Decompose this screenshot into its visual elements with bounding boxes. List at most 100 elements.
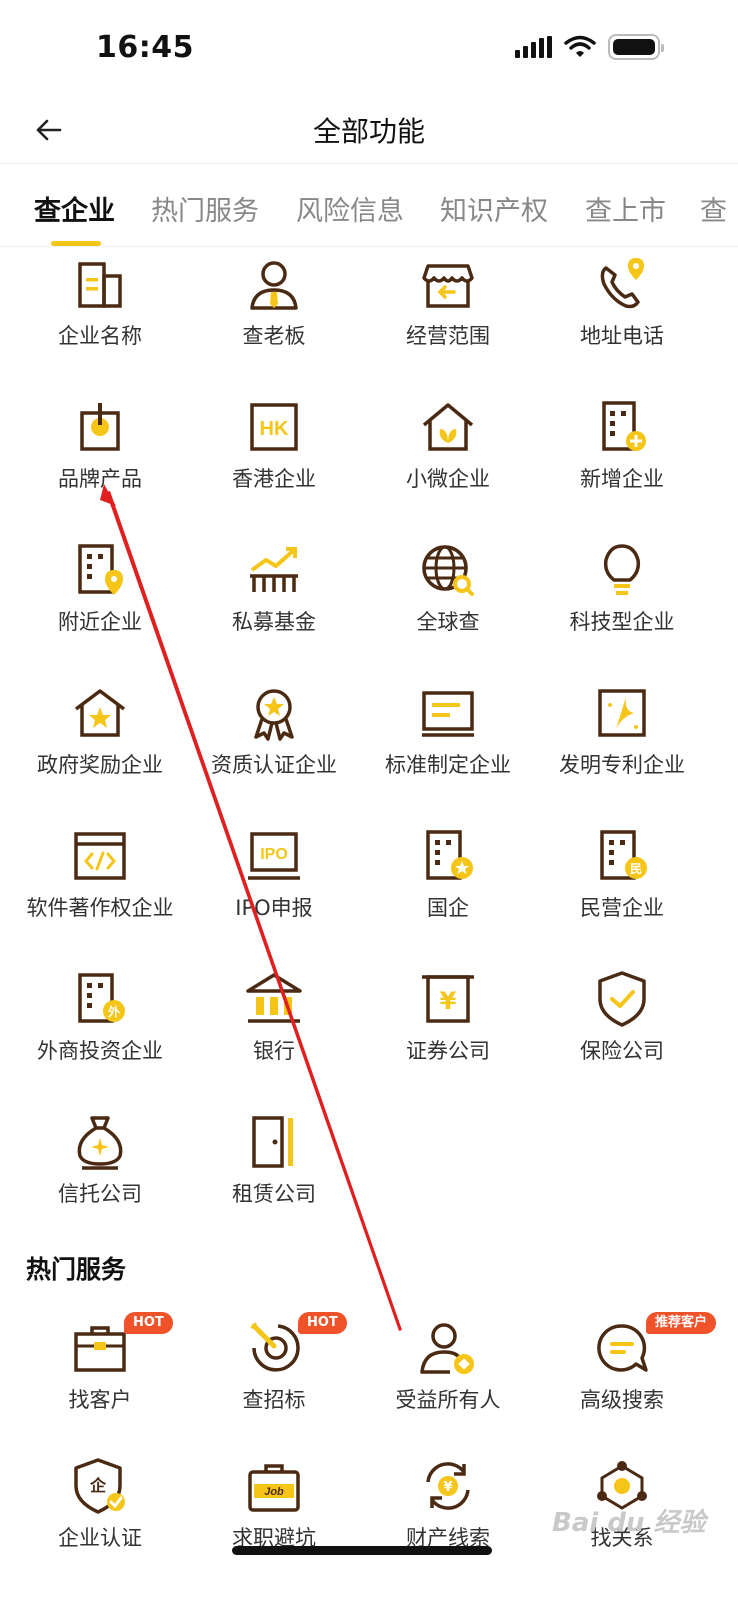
brand-product-icon xyxy=(80,403,120,451)
svg-text:IPO: IPO xyxy=(260,846,288,863)
home-indicator[interactable] xyxy=(232,1546,492,1555)
grid-item-private-fund[interactable]: 私募基金 xyxy=(182,534,366,664)
svg-text:¥: ¥ xyxy=(443,1480,452,1495)
wifi-icon xyxy=(564,35,596,57)
grid-item-bank[interactable]: 银行 xyxy=(182,963,366,1093)
grid-item-brand-product[interactable]: 品牌产品 xyxy=(8,391,192,521)
tab-hot-services[interactable]: 热门服务 xyxy=(151,189,259,228)
tab-company[interactable]: 查企业 xyxy=(34,189,115,228)
foreign-company-icon: 外 xyxy=(78,973,125,1023)
grid-item-label: 国企 xyxy=(427,896,469,920)
grid-item-trust[interactable]: 信托公司 xyxy=(8,1106,192,1236)
shop-icon xyxy=(422,264,474,308)
money-bag-icon xyxy=(77,1116,123,1170)
grid-item-label: 私募基金 xyxy=(232,610,316,634)
grid-item-label: 经营范围 xyxy=(406,324,490,348)
beneficiary-icon xyxy=(420,1323,474,1374)
nav-bar: 全部功能 xyxy=(0,96,738,164)
grid-item-label: 查招标 xyxy=(242,1388,306,1412)
svg-text:Job: Job xyxy=(264,1486,284,1498)
tab-risk-info[interactable]: 风险信息 xyxy=(296,189,404,228)
grid-item-private-company[interactable]: 民 民营企业 xyxy=(530,820,714,950)
standard-doc-icon xyxy=(422,691,474,737)
property-cycle-icon: ¥ xyxy=(426,1462,470,1510)
grid-item-label: 小微企业 xyxy=(406,467,490,491)
grid-item-job-pitfall[interactable]: Job 求职避坑 xyxy=(182,1450,366,1580)
state-owned-icon xyxy=(426,830,473,880)
shield-verify-icon: 企 xyxy=(74,1458,125,1514)
grid-item-property-clue[interactable]: ¥ 财产线索 xyxy=(356,1450,540,1580)
nearby-company-icon xyxy=(78,544,123,595)
grid-item-state-owned[interactable]: 国企 xyxy=(356,820,540,950)
hot-badge: HOT xyxy=(298,1312,347,1334)
shield-check-icon xyxy=(598,971,646,1027)
grid-item-label: 资质认证企业 xyxy=(211,753,337,777)
grid-item-ipo[interactable]: IPO IPO申报 xyxy=(182,820,366,950)
grid-item-find-customer[interactable]: HOT 找客户 xyxy=(8,1312,192,1442)
grid-item-find-bidding[interactable]: HOT 查招标 xyxy=(182,1312,366,1442)
grid-item-business-scope[interactable]: 经营范围 xyxy=(356,248,540,378)
grid-item-hk-company[interactable]: HK 香港企业 xyxy=(182,391,366,521)
boss-icon xyxy=(250,261,298,310)
page-title: 全部功能 xyxy=(312,115,425,148)
category-tabs: 查企业 热门服务 风险信息 知识产权 查上市 查 xyxy=(0,165,738,247)
grid-item-label: 高级搜索 xyxy=(580,1388,664,1412)
grid-item-label: 银行 xyxy=(253,1039,295,1063)
door-icon xyxy=(252,1116,293,1168)
small-business-icon xyxy=(422,403,474,451)
svg-text:¥: ¥ xyxy=(440,987,457,1015)
grid-item-label: 保险公司 xyxy=(580,1039,664,1063)
grid-item-label: 科技型企业 xyxy=(569,610,675,634)
cellular-signal-icon xyxy=(515,36,552,58)
grid-item-label: 全球查 xyxy=(416,610,480,634)
grid-item-label: 企业认证 xyxy=(58,1526,142,1550)
award-house-icon xyxy=(74,689,126,737)
grid-item-small-business[interactable]: 小微企业 xyxy=(356,391,540,521)
grid-item-label: 受益所有人 xyxy=(395,1388,501,1412)
grid-item-address-phone[interactable]: 地址电话 xyxy=(530,248,714,378)
grid-item-company-verify[interactable]: 企 企业认证 xyxy=(8,1450,192,1580)
grid-item-qualification-company[interactable]: 资质认证企业 xyxy=(182,677,366,807)
grid-item-label: IPO申报 xyxy=(235,896,313,920)
grid-item-label: 政府奖励企业 xyxy=(37,753,163,777)
bank-icon xyxy=(246,973,302,1023)
hk-icon: HK xyxy=(250,403,298,451)
grid-item-securities[interactable]: ¥ 证券公司 xyxy=(356,963,540,1093)
svg-text:HK: HK xyxy=(260,418,289,440)
grid-item-label: 发明专利企业 xyxy=(559,753,685,777)
active-tab-indicator xyxy=(51,241,101,246)
grid-item-tech-company[interactable]: 科技型企业 xyxy=(530,534,714,664)
grid-item-label: 附近企业 xyxy=(58,610,142,634)
grid-item-label: 证券公司 xyxy=(406,1039,490,1063)
grid-item-label: 找客户 xyxy=(68,1388,132,1412)
grid-item-software-copyright[interactable]: 软件著作权企业 xyxy=(8,820,192,950)
grid-item-boss[interactable]: 查老板 xyxy=(182,248,366,378)
securities-icon: ¥ xyxy=(422,975,474,1023)
grid-item-insurance[interactable]: 保险公司 xyxy=(530,963,714,1093)
grid-item-nearby-company[interactable]: 附近企业 xyxy=(8,534,192,664)
grid-item-patent-company[interactable]: 发明专利企业 xyxy=(530,677,714,807)
grid-item-standard-company[interactable]: 标准制定企业 xyxy=(356,677,540,807)
grid-item-label: 品牌产品 xyxy=(58,467,142,491)
grid-item-label: 租赁公司 xyxy=(232,1182,316,1206)
recommend-badge: 推荐客户 xyxy=(646,1312,717,1334)
grid-item-beneficial-owner[interactable]: 受益所有人 xyxy=(356,1312,540,1442)
grid-item-advanced-search[interactable]: 推荐客户 高级搜索 xyxy=(530,1312,717,1442)
private-company-icon: 民 xyxy=(600,830,647,880)
grid-item-foreign-company[interactable]: 外 外商投资企业 xyxy=(8,963,192,1093)
grid-item-global-search[interactable]: 全球查 xyxy=(356,534,540,664)
svg-text:企: 企 xyxy=(89,1476,107,1495)
job-bag-icon: Job xyxy=(248,1464,300,1512)
tab-listed[interactable]: 查上市 xyxy=(585,189,666,228)
grid-item-label: 查老板 xyxy=(242,324,306,348)
tab-ip[interactable]: 知识产权 xyxy=(440,189,548,228)
grid-item-new-company[interactable]: 新增企业 xyxy=(530,391,714,521)
grid-item-company-name[interactable]: 企业名称 xyxy=(8,248,192,378)
grid-item-gov-award-company[interactable]: 政府奖励企业 xyxy=(8,677,192,807)
battery-icon xyxy=(608,34,664,60)
status-icons xyxy=(515,34,664,60)
tab-more[interactable]: 查 xyxy=(700,189,727,228)
ipo-icon: IPO xyxy=(248,832,300,880)
grid-item-leasing[interactable]: 租赁公司 xyxy=(182,1106,366,1236)
rosette-icon xyxy=(254,689,294,741)
